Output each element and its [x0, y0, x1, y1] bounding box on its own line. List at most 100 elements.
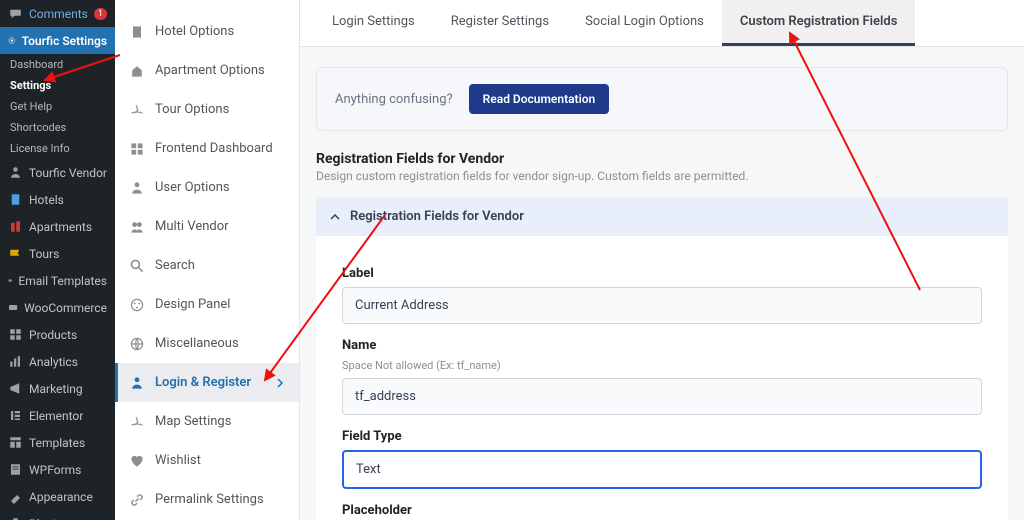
panel-label: Design Panel [155, 297, 230, 312]
field-label-label: Label [342, 266, 982, 281]
woo-icon [8, 300, 18, 315]
sidebar-item-comments[interactable]: Comments 1 [0, 0, 115, 27]
hotel-icon [129, 24, 145, 40]
panel-label: Miscellaneous [155, 336, 239, 351]
sidebar-label: Hotels [29, 193, 64, 207]
panel-label: Permalink Settings [155, 492, 264, 507]
accordion-body: Label Name Space Not allowed (Ex: tf_nam… [316, 236, 1008, 520]
sidebar-item-products[interactable]: Products [0, 321, 115, 348]
fieldtype-select[interactable]: Text [342, 450, 982, 489]
fieldtype-value: Text [356, 462, 381, 477]
panel-label: Multi Vendor [155, 219, 229, 234]
sidebar-item-tourfic-vendor[interactable]: Tourfic Vendor [0, 159, 115, 186]
settings-panel: Hotel Options Apartment Options Tour Opt… [115, 0, 300, 520]
panel-item-wishlist[interactable]: Wishlist [115, 441, 299, 480]
chevron-up-icon [330, 212, 340, 222]
panel-item-miscellaneous[interactable]: Miscellaneous [115, 324, 299, 363]
login-icon [129, 375, 145, 391]
chevron-right-icon [275, 378, 285, 388]
accordion-header[interactable]: Registration Fields for Vendor [316, 197, 1008, 236]
field-help-name: Space Not allowed (Ex: tf_name) [342, 359, 982, 372]
heart-icon [129, 453, 145, 469]
tour-icon [129, 102, 145, 118]
panel-item-login-register[interactable]: Login & Register [115, 363, 299, 402]
label-input[interactable] [342, 287, 982, 324]
sidebar-item-woocommerce[interactable]: WooCommerce [0, 294, 115, 321]
panel-item-map-settings[interactable]: Map Settings [115, 402, 299, 441]
sidebar-sub-dashboard[interactable]: Dashboard [0, 54, 115, 75]
sidebar-item-tours[interactable]: Tours [0, 240, 115, 267]
comments-icon [8, 6, 23, 21]
vendor-icon [8, 165, 23, 180]
sidebar-label: Analytics [29, 355, 78, 369]
field-label-placeholder: Placeholder [342, 503, 982, 518]
panel-label: Map Settings [155, 414, 231, 429]
sidebar-item-templates[interactable]: Templates [0, 429, 115, 456]
panel-item-hotel-options[interactable]: Hotel Options [115, 12, 299, 51]
sidebar-item-analytics[interactable]: Analytics [0, 348, 115, 375]
sidebar-item-apartments[interactable]: Apartments [0, 213, 115, 240]
main-content: Login Settings Register Settings Social … [300, 0, 1024, 520]
apartment-icon [8, 219, 23, 234]
tab-custom-registration[interactable]: Custom Registration Fields [722, 0, 916, 46]
sidebar-label: Email Templates [18, 274, 107, 288]
sidebar-item-appearance[interactable]: Appearance [0, 483, 115, 510]
field-label-name: Name [342, 338, 982, 353]
accordion-title: Registration Fields for Vendor [350, 209, 524, 224]
plugins-icon [8, 516, 23, 520]
sidebar-item-marketing[interactable]: Marketing [0, 375, 115, 402]
dashboard-icon [129, 141, 145, 157]
panel-item-frontend-dashboard[interactable]: Frontend Dashboard [115, 129, 299, 168]
sidebar-label: WooCommerce [24, 301, 107, 315]
sidebar-label: Marketing [29, 382, 83, 396]
marketing-icon [8, 381, 23, 396]
sidebar-sub-shortcodes[interactable]: Shortcodes [0, 117, 115, 138]
section-desc: Design custom registration fields for ve… [316, 169, 1008, 183]
panel-item-design-panel[interactable]: Design Panel [115, 285, 299, 324]
tabs: Login Settings Register Settings Social … [300, 0, 1024, 47]
panel-item-tour-options[interactable]: Tour Options [115, 90, 299, 129]
read-documentation-button[interactable]: Read Documentation [469, 84, 610, 114]
sidebar-label: Tourfic Settings [22, 34, 107, 48]
sidebar-label: Templates [29, 436, 85, 450]
tour-icon [8, 246, 23, 261]
mail-icon [8, 273, 12, 288]
panel-item-search[interactable]: Search [115, 246, 299, 285]
sidebar-sub-license-info[interactable]: License Info [0, 138, 115, 159]
sidebar-sub-settings[interactable]: Settings [0, 75, 115, 96]
panel-label: User Options [155, 180, 230, 195]
panel-item-user-options[interactable]: User Options [115, 168, 299, 207]
sidebar-item-hotels[interactable]: Hotels [0, 186, 115, 213]
panel-item-apartment-options[interactable]: Apartment Options [115, 51, 299, 90]
wpforms-icon [8, 462, 23, 477]
help-notice: Anything confusing? Read Documentation [316, 67, 1008, 131]
section-title: Registration Fields for Vendor [316, 151, 1008, 167]
sidebar-item-wpforms[interactable]: WPForms [0, 456, 115, 483]
gear-icon [8, 33, 16, 48]
panel-item-multi-vendor[interactable]: Multi Vendor [115, 207, 299, 246]
name-input[interactable] [342, 378, 982, 415]
tab-social-login[interactable]: Social Login Options [567, 0, 722, 46]
sidebar-label: Comments [29, 7, 88, 21]
user-icon [129, 180, 145, 196]
sidebar-label: WPForms [29, 463, 81, 477]
sidebar-item-tourfic-settings[interactable]: Tourfic Settings [0, 27, 115, 54]
sidebar-item-email-templates[interactable]: Email Templates [0, 267, 115, 294]
sidebar-label: Elementor [29, 409, 83, 423]
multi-vendor-icon [129, 219, 145, 235]
tab-register-settings[interactable]: Register Settings [433, 0, 567, 46]
notice-text: Anything confusing? [335, 92, 453, 107]
sidebar-item-elementor[interactable]: Elementor [0, 402, 115, 429]
sidebar-label: Appearance [29, 490, 93, 504]
sidebar-sub-get-help[interactable]: Get Help [0, 96, 115, 117]
tab-login-settings[interactable]: Login Settings [314, 0, 433, 46]
design-icon [129, 297, 145, 313]
sidebar-submenu: Dashboard Settings Get Help Shortcodes L… [0, 54, 115, 159]
panel-label: Login & Register [155, 375, 251, 390]
search-icon [129, 258, 145, 274]
apartment-icon [129, 63, 145, 79]
panel-label: Hotel Options [155, 24, 234, 39]
sidebar-item-plugins[interactable]: Plugins [0, 510, 115, 520]
misc-icon [129, 336, 145, 352]
panel-item-permalink-settings[interactable]: Permalink Settings [115, 480, 299, 519]
